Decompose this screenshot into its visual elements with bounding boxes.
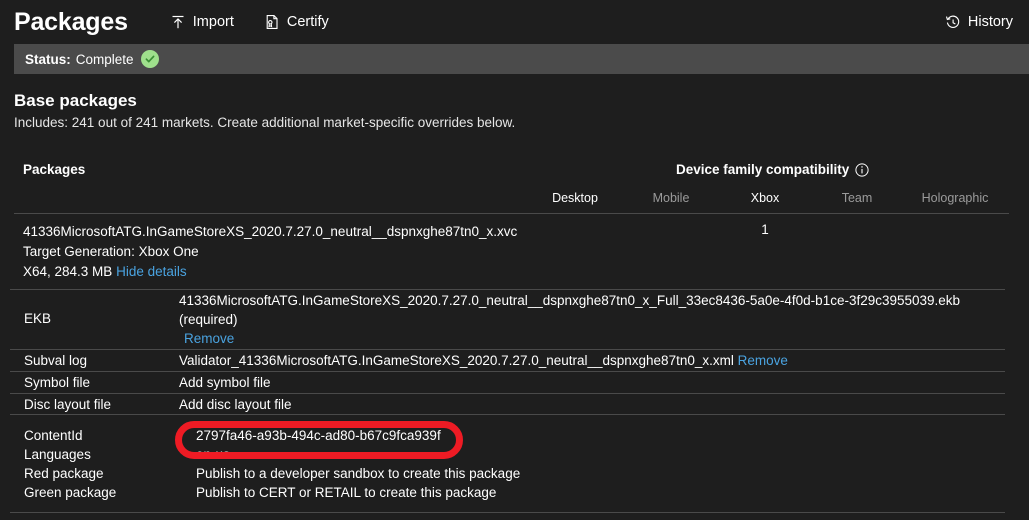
status-value: Complete: [75, 51, 134, 67]
top-command-bar: Packages Import Certify History: [0, 0, 1029, 44]
package-details-table: EKB 41336MicrosoftATG.InGameStoreXS_2020…: [10, 289, 1005, 415]
table-header-divider: [14, 213, 1009, 214]
detail-row-subval-log: Subval log Validator_41336MicrosoftATG.I…: [10, 349, 1005, 371]
package-arch-size-text: X64, 284.3 MB: [23, 264, 113, 279]
device-column-header-holographic: Holographic: [921, 191, 989, 205]
info-label-red-package: Red package: [24, 466, 104, 481]
subval-log-label: Subval log: [24, 353, 88, 368]
history-label: History: [967, 14, 1013, 30]
info-value-contentid: 2797fa46-a93b-494c-ad80-b67c9fca939f: [196, 428, 441, 443]
compat-count-xbox: 1: [761, 222, 769, 237]
page-title: Packages: [14, 8, 128, 36]
subval-log-value-wrap: Validator_41336MicrosoftATG.InGameStoreX…: [179, 353, 788, 368]
base-packages-section: Base packages Includes: 241 out of 241 m…: [14, 90, 1014, 133]
import-button[interactable]: Import: [168, 10, 236, 34]
detail-row-ekb: EKB 41336MicrosoftATG.InGameStoreXS_2020…: [10, 289, 1005, 349]
column-header-packages: Packages: [23, 162, 86, 177]
ekb-remove-link[interactable]: Remove: [184, 331, 234, 346]
info-value-languages: en-us: [196, 447, 230, 462]
info-label-green-package: Green package: [24, 485, 117, 500]
certify-label: Certify: [286, 14, 329, 30]
package-filename: 41336MicrosoftATG.InGameStoreXS_2020.7.2…: [23, 224, 518, 239]
disc-layout-file-label: Disc layout file: [24, 397, 112, 412]
add-disc-layout-file-link[interactable]: Add disc layout file: [179, 397, 292, 412]
status-label: Status:: [25, 51, 71, 67]
bottom-divider: [10, 512, 1005, 513]
symbol-file-label: Symbol file: [24, 375, 91, 390]
checkmark-circle-icon: [140, 50, 159, 68]
info-row: Red package Publish to a developer sandbo…: [10, 466, 1005, 485]
detail-row-disc-layout-file: Disc layout file Add disc layout file: [10, 393, 1005, 415]
ekb-required-note: (required): [179, 312, 238, 327]
hide-details-link[interactable]: Hide details: [116, 264, 187, 279]
package-info-list: ContentId 2797fa46-a93b-494c-ad80-b67c9fc…: [10, 428, 1005, 504]
column-header-device-family-compatibility: Device family compatibility: [676, 162, 869, 177]
device-family-header-label: Device family compatibility: [676, 162, 850, 177]
device-column-header-team: Team: [841, 191, 873, 205]
info-row: Languages en-us: [10, 447, 1005, 466]
packages-page: Packages Import Certify History Status: …: [0, 0, 1029, 520]
history-clock-icon: [945, 14, 961, 30]
upload-icon: [170, 14, 186, 30]
info-value-green-package: Publish to CERT or RETAIL to create this…: [196, 485, 497, 500]
info-row: ContentId 2797fa46-a93b-494c-ad80-b67c9fc…: [10, 428, 1005, 447]
info-circle-icon[interactable]: [855, 162, 869, 177]
detail-row-symbol-file: Symbol file Add symbol file: [10, 371, 1005, 393]
info-row: Green package Publish to CERT or RETAIL t…: [10, 485, 1005, 504]
status-bar: Status: Complete: [14, 44, 1029, 74]
package-arch-size: X64, 284.3 MB Hide details: [23, 262, 187, 281]
certify-button[interactable]: Certify: [262, 10, 331, 34]
ekb-filename: 41336MicrosoftATG.InGameStoreXS_2020.7.2…: [179, 293, 961, 308]
section-title: Base packages: [14, 91, 137, 110]
device-family-column-labels: Desktop Mobile Xbox Team Holographic: [0, 191, 1029, 211]
package-target-generation: Target Generation: Xbox One: [23, 244, 199, 259]
ekb-label: EKB: [24, 311, 52, 326]
subval-log-filename: Validator_41336MicrosoftATG.InGameStoreX…: [179, 353, 734, 368]
device-column-header-desktop: Desktop: [552, 191, 598, 205]
packages-table-header: Packages Device family compatibility Des…: [0, 160, 1029, 212]
info-label-languages: Languages: [24, 447, 91, 462]
history-button[interactable]: History: [943, 10, 1015, 34]
info-label-contentid: ContentId: [24, 428, 83, 443]
info-value-red-package: Publish to a developer sandbox to create…: [196, 466, 521, 481]
section-subtitle: Includes: 241 out of 241 markets. Create…: [14, 115, 516, 130]
subval-log-remove-link[interactable]: Remove: [738, 353, 788, 368]
add-symbol-file-link[interactable]: Add symbol file: [179, 375, 271, 390]
import-label: Import: [192, 14, 234, 30]
certificate-document-icon: [264, 14, 280, 30]
